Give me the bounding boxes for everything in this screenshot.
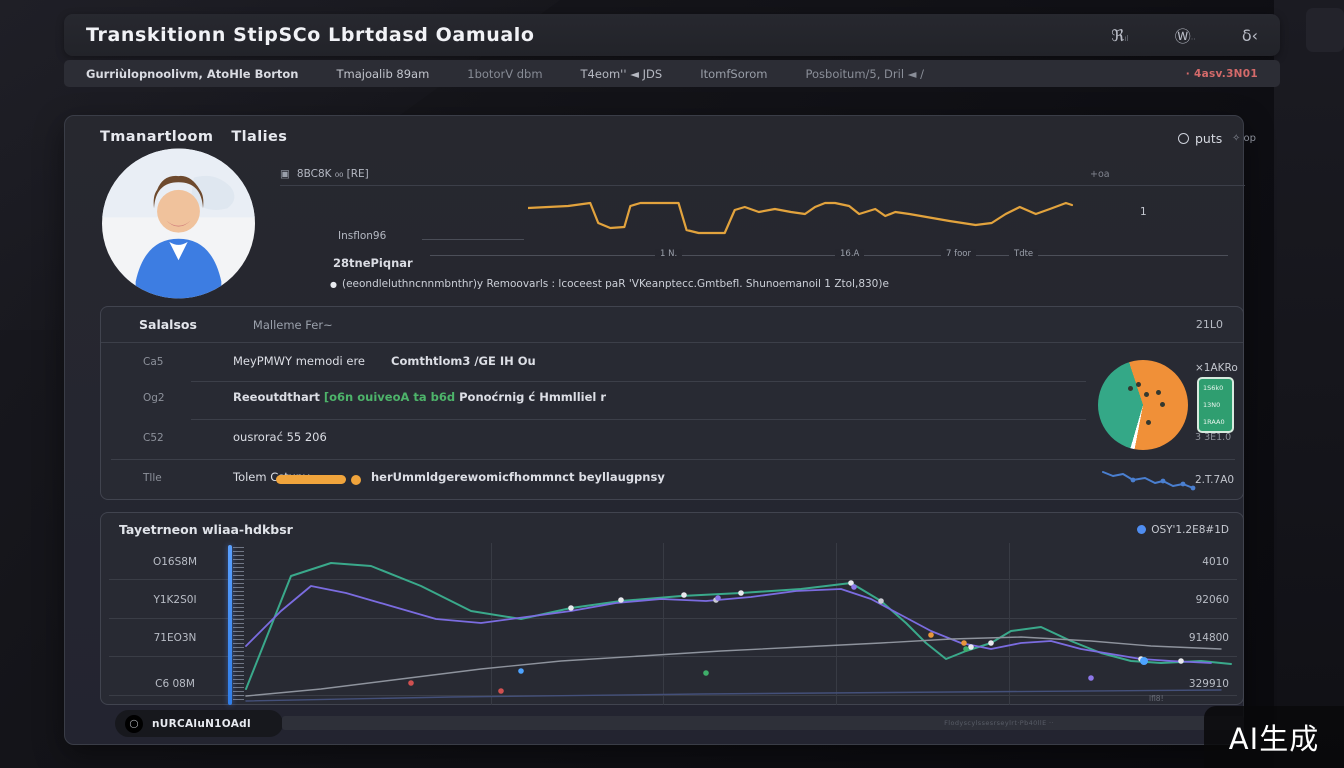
nav-item-5[interactable]: ItomfSorom (700, 67, 767, 81)
table-header-value: 21L0 (1196, 318, 1223, 331)
row-divider (111, 459, 1235, 460)
pie-chart (1098, 360, 1188, 450)
nav-item-4[interactable]: T4eom'' ◄ JDS (581, 67, 663, 81)
row-value: ×1AKRo (1195, 362, 1238, 374)
table-subtitle: Malleme Fer~ (253, 318, 333, 332)
nav-item-3[interactable]: 1botorV dbm (467, 67, 542, 81)
panel-title: Tmanartloom Tlalies (100, 129, 287, 145)
table-row[interactable]: ousrorać 55 206 (233, 430, 327, 444)
ornament-icon-2[interactable]: Ⓦ·· (1175, 23, 1196, 47)
overview-divider-line (422, 239, 524, 240)
timeline-badge: OSY'1.2E8#1D (1137, 524, 1229, 536)
avatar-image (100, 147, 257, 300)
legend-line: 1S6k0 (1203, 384, 1228, 392)
nav-alert-text: · 4asv.3N01 (1186, 68, 1258, 80)
app-root: Transkitionn StipSCo Lbrtdasd Oamualo ℜı… (0, 0, 1344, 768)
axis-tick-label: 16.A (835, 249, 864, 259)
table-title: Salalsos (139, 317, 197, 332)
axis-tick-label: Tdte (1009, 249, 1038, 259)
grid-icon: ▣ (280, 168, 290, 185)
timeline-row-label[interactable]: Y1K2S0I (127, 594, 223, 606)
timeline-title: Tayetrneon wliaa-hdkbsr (119, 522, 293, 537)
timeline-row-label[interactable]: O16S8M (127, 556, 223, 568)
bullet-icon: ● (330, 280, 337, 289)
overview-label-1: Insflon96 (338, 230, 386, 242)
timeline-chart (236, 543, 1236, 703)
overview-right-hint: +oa (1090, 169, 1110, 180)
row-divider (191, 419, 1086, 420)
table-row[interactable]: MeyPMWY memodi ereComthtlom3 /GE IH Ou (233, 354, 536, 368)
panel-title-sub: Tlalies (231, 129, 287, 145)
corner-decoration (1306, 8, 1344, 52)
row-value: 2.T.7A0 (1195, 474, 1234, 486)
row-sparkline-chart (1101, 467, 1197, 495)
row-key: Ca5 (143, 356, 163, 368)
row-key: C52 (143, 432, 164, 444)
timeline-row-label[interactable]: 71EO3N (127, 632, 223, 644)
overview-meta-text: 8BC8K ₀₀ [RE] (297, 168, 369, 185)
nav-item-1[interactable]: Gurriùlopnoolivm, AtoHle Borton (86, 67, 299, 81)
row-key: Tlle (143, 472, 162, 484)
chip-label: nURCAluN1OAdl (152, 718, 251, 730)
ai-watermark: AI生成 (1204, 706, 1344, 768)
panel-title-main: Tmanartloom (100, 129, 213, 145)
overview-label-2: 28tnePiqnar (333, 256, 413, 270)
watermark-text: AI生成 (1229, 716, 1319, 758)
row-divider (191, 381, 1086, 382)
row-note: herUmmldgerewomicfhommnct beyllaugpnsy (371, 470, 665, 484)
footer-strip-text: Flodyscylssesrseylrt·Pb40llE ·· (944, 719, 1054, 727)
status-dot-icon (1137, 525, 1146, 534)
overview-marker: 1 (1140, 206, 1147, 218)
refresh-icon (1178, 133, 1189, 144)
progress-bar-dot (351, 475, 361, 485)
stats-table-card: Salalsos Malleme Fer~ 21L0 Ca5 MeyPMWY m… (100, 306, 1244, 500)
profile-avatar (100, 147, 257, 300)
share-icon[interactable]: δ‹ (1242, 26, 1258, 45)
legend-line: 1RAA0 (1203, 418, 1228, 426)
ruler-bar[interactable] (228, 545, 232, 705)
chip-circle-icon: ◯ (125, 715, 143, 733)
nav-item-2[interactable]: Tmajoalib 89am (337, 67, 430, 81)
table-row[interactable]: Reeoutdthart [o6n ouiveoA ta b6d Ponoćrn… (233, 390, 606, 404)
row-value: 3 3E1.0 (1195, 432, 1231, 443)
timeline-row-label[interactable]: C6 08M (127, 678, 223, 690)
legend-line: 13N0 (1203, 401, 1228, 409)
axis-tick-label: 7 foor (941, 249, 976, 259)
legend-box: 1S6k0 13N0 1RAA0 (1197, 377, 1234, 433)
table-header: Salalsos Malleme Fer~ 21L0 (101, 307, 1243, 343)
app-title: Transkitionn StipSCo Lbrtdasd Oamualo (86, 24, 535, 46)
refresh-button[interactable]: puts (1178, 131, 1222, 146)
timeline-card: Tayetrneon wliaa-hdkbsr OSY'1.2E8#1D O16… (100, 512, 1244, 705)
footer-scrollbar[interactable]: Flodyscylssesrseylrt·Pb40llE ·· (282, 716, 1244, 730)
footer-chip-button[interactable]: ◯ nURCAluN1OAdl (115, 710, 283, 737)
overview-x-axis: 1 N.16.A7 foorTdte (430, 255, 1228, 256)
ornament-icon-1[interactable]: ℜıl (1111, 26, 1128, 45)
overview-description: ●(eeondleluthncnnmbnthr)y Remoovarls : l… (330, 278, 1230, 290)
axis-tick-label: 1 N. (655, 249, 682, 259)
background-right-band (1274, 0, 1344, 768)
top-header-bar: Transkitionn StipSCo Lbrtdasd Oamualo ℜı… (64, 14, 1280, 56)
overview-line-chart (528, 190, 1090, 260)
nav-bar: Gurriùlopnoolivm, AtoHle Borton Tmajoali… (64, 60, 1280, 87)
nav-item-6[interactable]: Posboitum/5, Dril ◄ / (805, 67, 924, 81)
panel-aux-icon[interactable]: ✧ op (1232, 133, 1256, 144)
row-key: Og2 (143, 392, 165, 404)
progress-bar (276, 475, 346, 484)
